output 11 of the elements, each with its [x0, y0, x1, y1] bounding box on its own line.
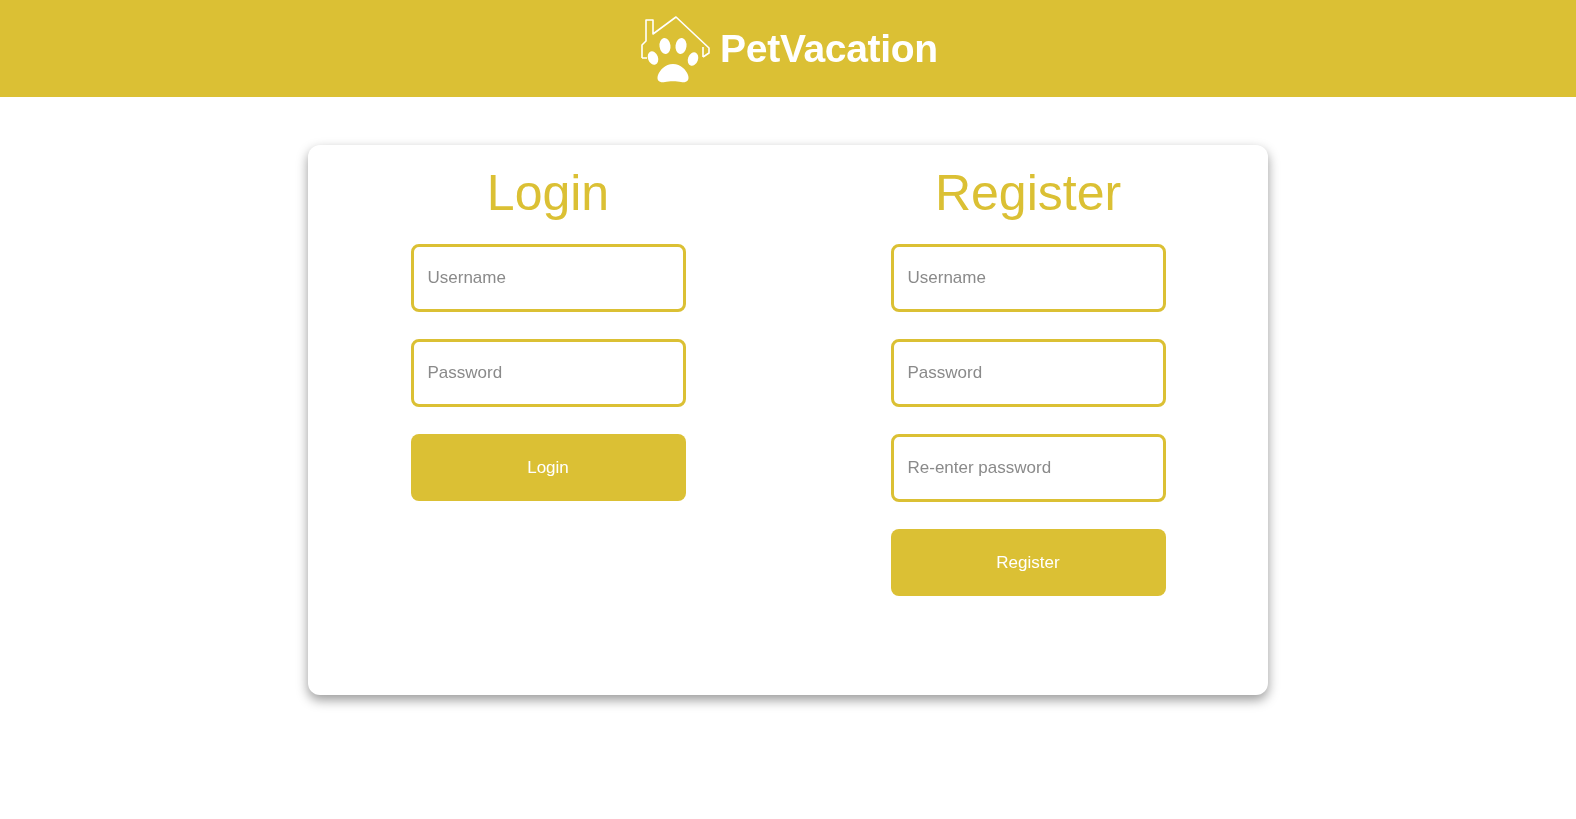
- input-field[interactable]: Password: [890, 339, 1166, 407]
- input-field[interactable]: Username: [890, 244, 1166, 312]
- input-field[interactable]: Username: [410, 244, 686, 312]
- input-field[interactable]: Password: [410, 339, 686, 407]
- login-heading: Login: [486, 164, 610, 223]
- input-field[interactable]: Re-enter password: [890, 434, 1166, 502]
- register-button[interactable]: Register: [890, 529, 1166, 596]
- house-paw-icon: [638, 14, 711, 85]
- login-button[interactable]: Login: [410, 434, 686, 501]
- register-heading: Register: [934, 164, 1122, 223]
- logo-text: PetVacation: [720, 29, 938, 68]
